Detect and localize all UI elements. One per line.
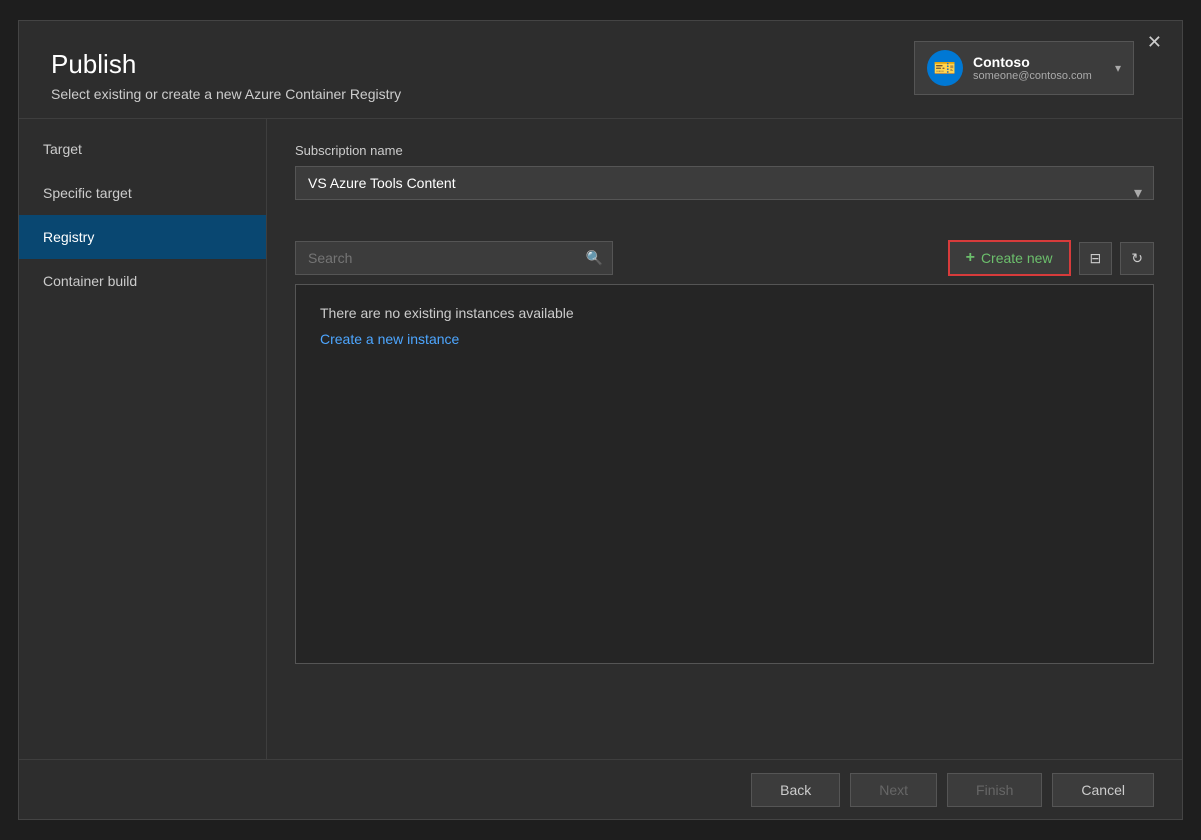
subscription-select-wrapper: VS Azure Tools Content [295,166,1154,220]
refresh-icon: ↻ [1131,250,1143,266]
finish-button[interactable]: Finish [947,773,1042,807]
account-info: Contoso someone@contoso.com [973,54,1101,82]
account-widget[interactable]: 🎫 Contoso someone@contoso.com ▾ [914,41,1134,95]
account-name: Contoso [973,54,1101,70]
account-email: someone@contoso.com [973,70,1101,82]
subscription-select[interactable]: VS Azure Tools Content [295,166,1154,200]
sidebar-item-label: Registry [43,229,94,245]
search-box: 🔍 [295,241,613,275]
close-button[interactable]: ✕ [1139,29,1170,55]
sidebar-item-label: Container build [43,273,137,289]
create-new-label: Create new [981,250,1053,266]
instances-panel: There are no existing instances availabl… [295,284,1154,664]
refresh-button[interactable]: ↻ [1120,242,1154,275]
main-content: Subscription name VS Azure Tools Content… [267,119,1182,787]
sidebar-item-specific-target[interactable]: Specific target [19,171,266,215]
search-icon: 🔍 [586,250,603,267]
sidebar: Target Specific target Registry Containe… [19,119,267,787]
content-area: Target Specific target Registry Containe… [19,119,1182,787]
chevron-down-icon: ▾ [1115,61,1121,75]
back-button[interactable]: Back [751,773,840,807]
sort-icon: ⊟ [1090,250,1102,266]
avatar: 🎫 [927,50,963,86]
toolbar: 🔍 + Create new ⊟ ↻ [295,240,1154,276]
sidebar-item-label: Specific target [43,185,132,201]
plus-icon: + [966,249,975,267]
sort-button[interactable]: ⊟ [1079,242,1113,275]
subscription-label: Subscription name [295,143,1154,158]
publish-dialog: ✕ 🎫 Contoso someone@contoso.com ▾ Publis… [18,20,1183,820]
avatar-icon: 🎫 [934,58,956,79]
footer: Back Next Finish Cancel [19,759,1182,819]
create-instance-link[interactable]: Create a new instance [320,331,459,347]
next-button[interactable]: Next [850,773,937,807]
create-new-button[interactable]: + Create new [948,240,1071,276]
no-instances-message: There are no existing instances availabl… [320,305,1129,321]
sidebar-item-target[interactable]: Target [19,127,266,171]
sidebar-item-registry[interactable]: Registry [19,215,266,259]
search-input[interactable] [295,241,613,275]
sidebar-item-label: Target [43,141,82,157]
sidebar-item-container-build[interactable]: Container build [19,259,266,303]
cancel-button[interactable]: Cancel [1052,773,1154,807]
